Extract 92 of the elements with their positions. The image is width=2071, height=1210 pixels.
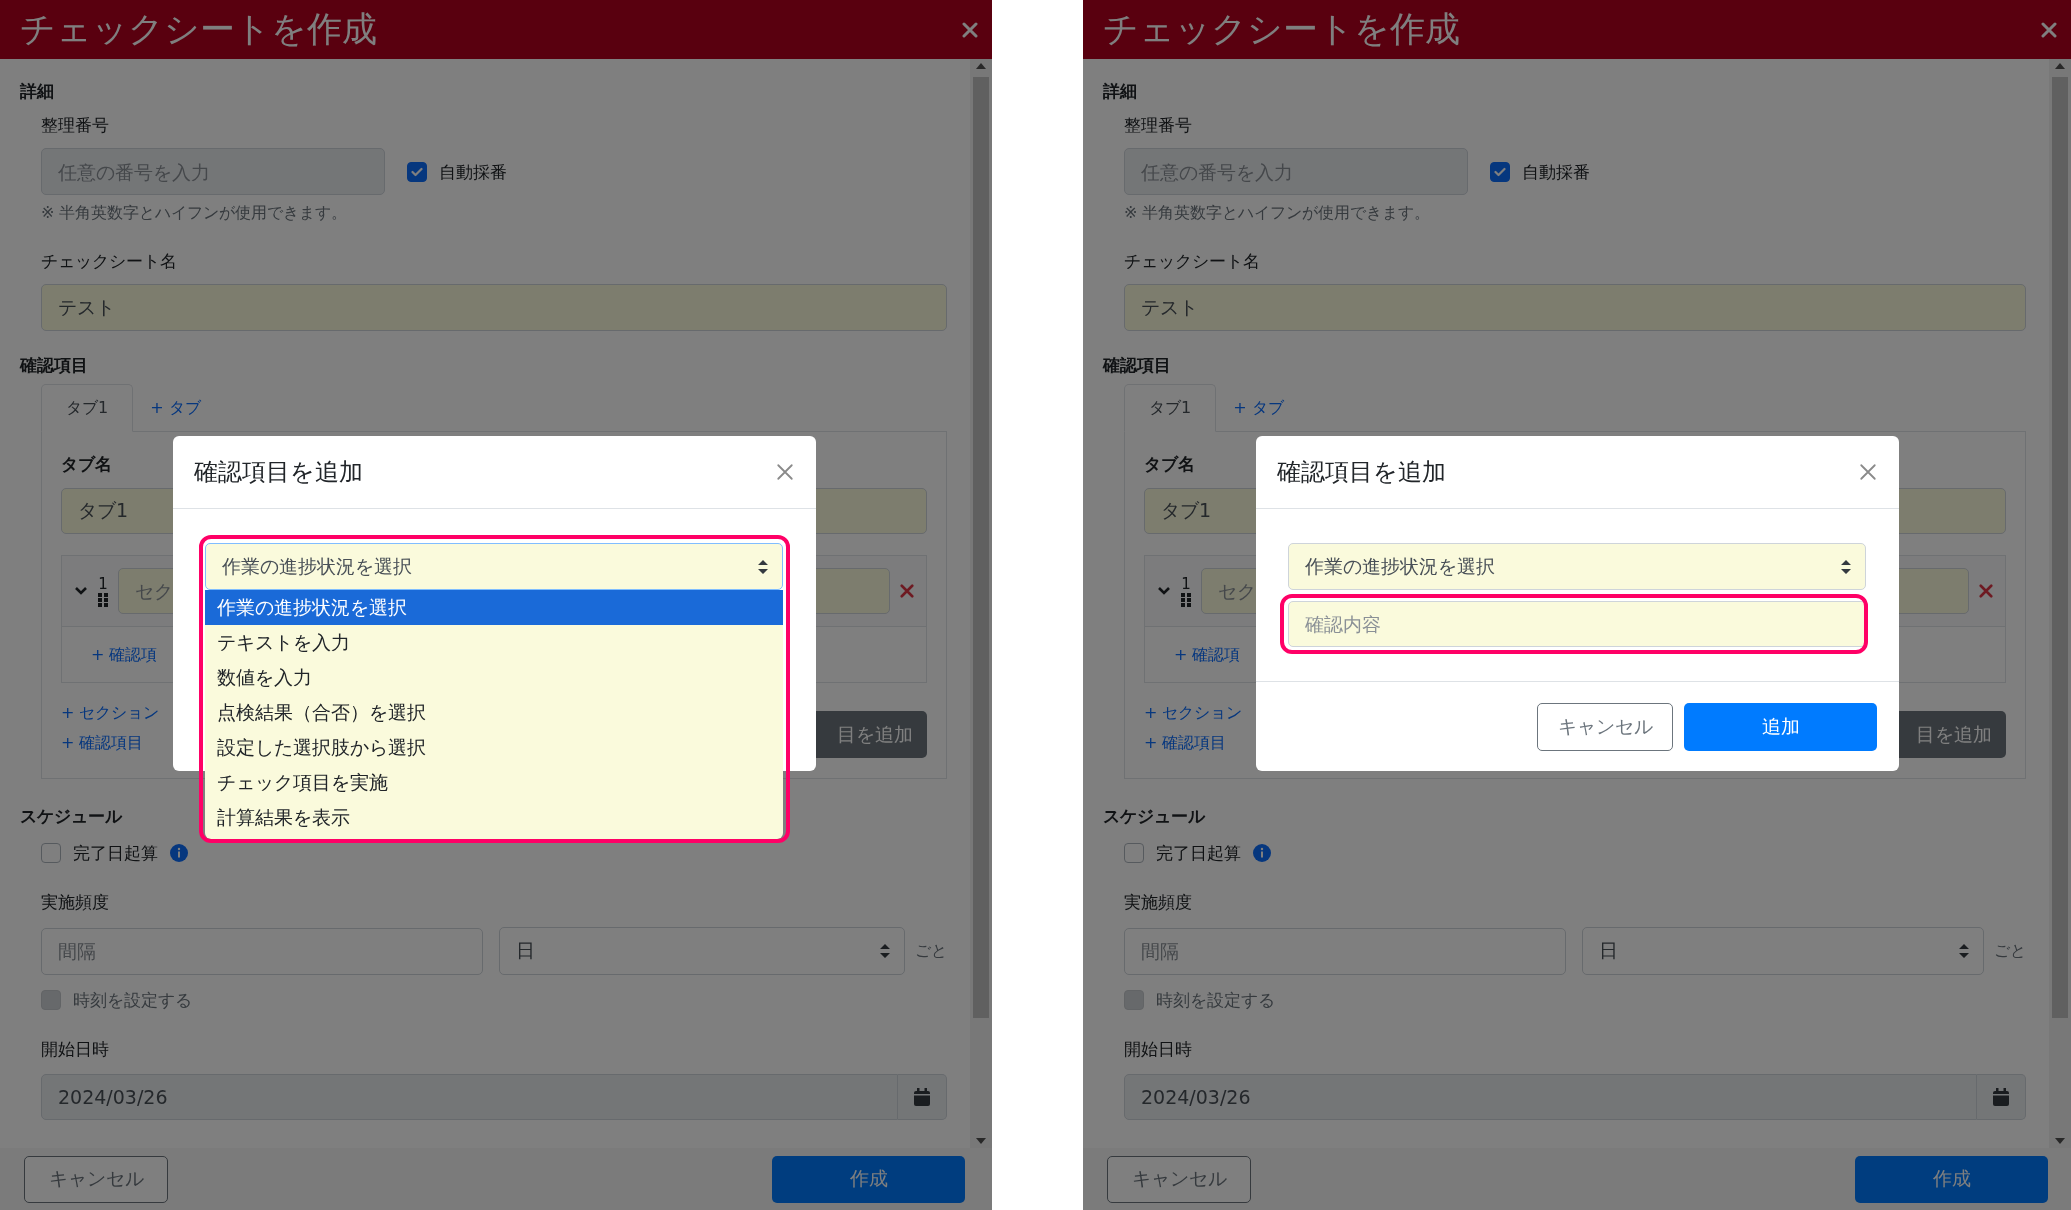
dropdown-option[interactable]: テキストを入力 [205,625,783,660]
unit-suffix: ごと [1994,940,2026,962]
sort-icon [1841,559,1851,574]
section-heading: スケジュール [20,805,122,828]
window-title: チェックシートを作成 [20,8,377,51]
create-button[interactable]: 作成 [1855,1155,2048,1203]
calendar-icon [1993,1088,2009,1106]
field-label: チェックシート名 [41,250,177,273]
dropdown-option[interactable]: 数値を入力 [205,660,783,695]
checkbox-label: 完了日起算 [73,842,158,865]
field-label: 整理番号 [1124,114,1192,137]
modal-title: 確認項目を追加 [194,457,363,488]
grip-icon[interactable] [98,593,108,607]
field-label: 整理番号 [41,114,109,137]
close-icon[interactable] [1859,463,1877,481]
dropdown-option[interactable]: チェック項目を実施 [205,765,783,800]
scrollbar[interactable] [2049,59,2071,1148]
add-button[interactable]: 追加 [1684,702,1877,751]
add-tab-link[interactable]: + タブ [1216,384,1309,432]
checkbox-label: 自動採番 [439,160,507,184]
add-item-link[interactable]: + 確認項 [91,639,158,670]
dropdown-option[interactable]: 作業の進捗状況を選択 [205,590,783,625]
section-heading: 確認項目 [20,354,88,377]
checkbox-label: 完了日起算 [1156,842,1241,865]
modal-title: 確認項目を追加 [1277,457,1446,488]
cancel-button[interactable]: キャンセル [1107,1155,1251,1203]
scroll-down-icon [2055,1138,2065,1144]
calendar-icon [914,1088,930,1106]
create-button[interactable]: 作成 [772,1155,965,1203]
add-section-link[interactable]: + セクション [1144,698,1243,728]
unit-select[interactable]: 日 [1582,927,1984,975]
date-field[interactable]: 2024/03/26 [41,1074,898,1120]
field-label: 実施頻度 [41,891,109,914]
field-label: タブ名 [1144,453,1195,476]
checkbox[interactable] [1124,843,1144,863]
sort-icon [1959,944,1969,958]
hint-text: ※ 半角英数字とハイフンが使用できます。 [1124,202,1431,224]
grip-icon[interactable] [1181,593,1191,607]
check-icon [411,166,423,177]
tab[interactable]: タブ1 [41,384,134,432]
content-field[interactable]: 確認内容 [1288,601,1866,647]
cancel-button[interactable]: キャンセル [1537,702,1673,751]
section-heading: 詳細 [20,80,54,103]
close-icon[interactable] [1979,584,1993,598]
interval-field[interactable]: 間隔 [41,927,483,975]
type-select[interactable]: 作業の進捗状況を選択 [1288,543,1866,590]
field-label: チェックシート名 [1124,250,1260,273]
add-tab-link[interactable]: + タブ [133,384,226,432]
section-heading: 詳細 [1103,80,1137,103]
scrollbar[interactable] [970,59,992,1148]
checkbox-label: 時刻を設定する [73,989,192,1012]
close-icon[interactable] [900,584,914,598]
checkbox[interactable] [1490,161,1510,182]
cancel-button[interactable]: キャンセル [24,1155,168,1203]
info-icon [1253,844,1271,862]
hint-text: ※ 半角英数字とハイフンが使用できます。 [41,202,348,224]
section-number: 1 [98,575,108,593]
name-field[interactable]: テスト [1124,284,2026,331]
unit-select[interactable]: 日 [499,927,905,975]
checkbox[interactable] [41,843,61,863]
field-label: 開始日時 [41,1038,109,1061]
interval-field[interactable]: 間隔 [1124,927,1566,975]
section-heading: 確認項目 [1103,354,1171,377]
field-label: 開始日時 [1124,1038,1192,1061]
check-icon [1494,166,1506,177]
tab[interactable]: タブ1 [1124,384,1217,432]
sort-icon [758,559,768,574]
add-item-link[interactable]: + 確認項目 [61,728,160,758]
checkbox-label: 自動採番 [1522,160,1590,184]
sort-icon [880,944,890,958]
section-number: 1 [1181,575,1191,593]
section-heading: スケジュール [1103,805,1205,828]
close-icon[interactable] [776,463,794,481]
scroll-up-icon [976,63,986,69]
scroll-down-icon [976,1138,986,1144]
window-title: チェックシートを作成 [1103,8,1460,51]
add-item-link[interactable]: + 確認項 [1174,639,1241,670]
add-item-link[interactable]: + 確認項目 [1144,728,1243,758]
info-icon [170,844,188,862]
field-label: タブ名 [61,453,112,476]
add-section-link[interactable]: + セクション [61,698,160,728]
calendar-button[interactable] [898,1074,947,1120]
calendar-button[interactable] [1977,1074,2026,1120]
name-field[interactable]: テスト [41,284,947,331]
checkbox-label: 時刻を設定する [1156,989,1275,1012]
dropdown-option[interactable]: 計算結果を表示 [205,800,783,835]
field-label: 実施頻度 [1124,891,1192,914]
date-field[interactable]: 2024/03/26 [1124,1074,1977,1120]
scroll-up-icon [2055,63,2065,69]
checkbox[interactable] [407,161,427,182]
type-select[interactable]: 作業の進捗状況を選択 [205,543,783,590]
unit-suffix: ごと [915,940,947,962]
